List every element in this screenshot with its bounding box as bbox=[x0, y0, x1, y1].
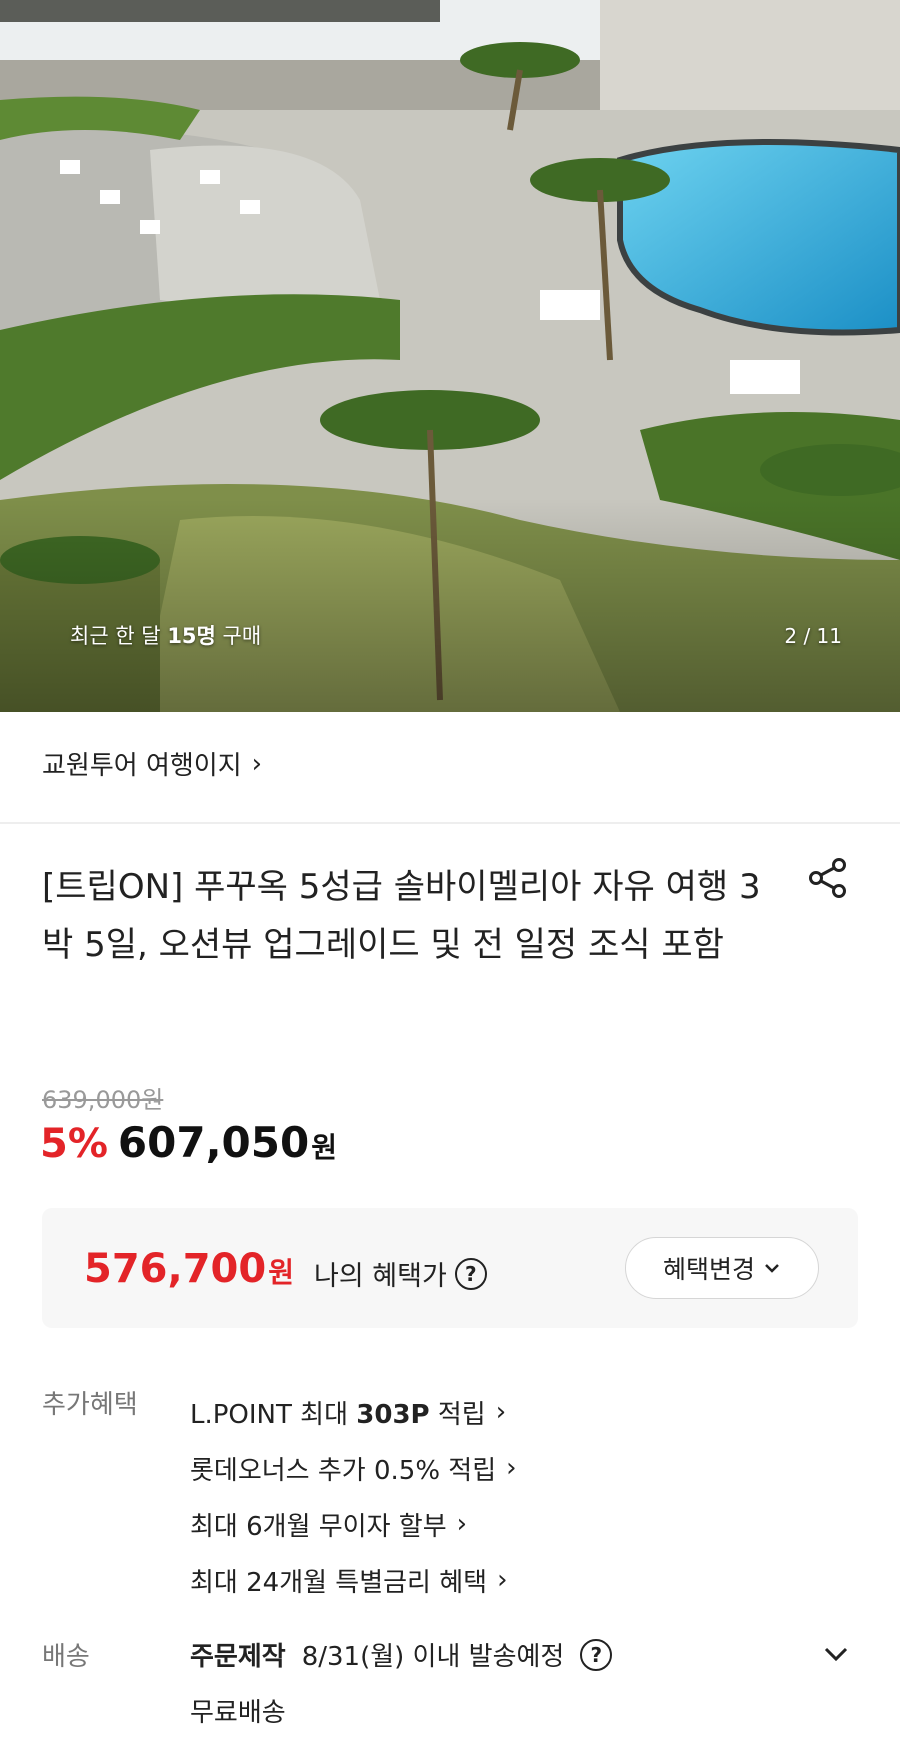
chevron-right-icon: › bbox=[251, 748, 263, 779]
extra-benefits-label: 추가혜택 bbox=[42, 1390, 138, 1420]
change-benefit-label: 혜택변경 bbox=[662, 1255, 755, 1284]
resort-pool-photo bbox=[0, 0, 900, 712]
sale-price-row: 5% 607,050 원 bbox=[40, 1118, 337, 1167]
chevron-right-icon: › bbox=[497, 1565, 508, 1595]
benefit-price-box: 576,700 원 나의 혜택가 ? 혜택변경 bbox=[42, 1208, 858, 1328]
benefit-item-special-rate[interactable]: 최대 24개월 특별금리 혜택 › bbox=[190, 1552, 517, 1608]
shipping-fee: 무료배송 bbox=[190, 1698, 286, 1728]
shipping-info: 주문제작 8/31(월) 이내 발송예정 ? bbox=[190, 1636, 613, 1673]
product-title: [트립ON] 푸꾸옥 5성급 솔바이멜리아 자유 여행 3박 5일, 오션뷰 업… bbox=[42, 867, 761, 965]
benefit-item-installment[interactable]: 최대 6개월 무이자 할부 › bbox=[190, 1496, 517, 1552]
benefit-price: 576,700 원 bbox=[84, 1246, 294, 1292]
shipping-label: 배송 bbox=[42, 1642, 90, 1672]
recent-purchase-caption: 최근 한 달 15명 구매 bbox=[70, 624, 262, 648]
discount-rate: 5% bbox=[40, 1121, 108, 1167]
change-benefit-button[interactable]: 혜택변경 bbox=[625, 1237, 819, 1299]
seller-link[interactable]: 교원투어 여행이지 › bbox=[42, 745, 262, 782]
benefit-item-text: 최대 24개월 특별금리 혜택 bbox=[190, 1567, 488, 1598]
currency-unit: 원 bbox=[311, 1131, 337, 1164]
benefit-item-lotte-owners[interactable]: 롯데오너스 추가 0.5% 적립 › bbox=[190, 1440, 517, 1496]
help-icon[interactable]: ? bbox=[580, 1638, 613, 1671]
divider bbox=[0, 822, 900, 824]
image-counter: 2 / 11 bbox=[784, 624, 842, 648]
help-icon[interactable]: ? bbox=[454, 1257, 487, 1290]
benefit-price-label: 나의 혜택가 ? bbox=[314, 1254, 487, 1293]
sale-price: 607,050 bbox=[117, 1118, 310, 1167]
benefit-currency: 원 bbox=[268, 1256, 294, 1289]
benefit-item-text: 롯데오너스 추가 0.5% 적립 bbox=[190, 1455, 497, 1486]
benefit-item-lpoint[interactable]: L.POINT 최대 303P 적립 › bbox=[190, 1384, 517, 1440]
benefit-item-text: 최대 6개월 무이자 할부 bbox=[190, 1511, 447, 1542]
shipping-type: 주문제작 bbox=[190, 1642, 286, 1672]
chevron-right-icon: › bbox=[495, 1397, 507, 1427]
chevron-down-icon[interactable] bbox=[820, 1638, 852, 1670]
benefit-price-value: 576,700 bbox=[84, 1246, 267, 1292]
original-price: 639,000원 bbox=[42, 1086, 164, 1114]
benefit-item-text: L.POINT 최대 303P 적립 bbox=[190, 1399, 486, 1430]
extra-benefits-list: L.POINT 최대 303P 적립 › 롯데오너스 추가 0.5% 적립 › … bbox=[190, 1384, 517, 1608]
benefit-label-text: 나의 혜택가 bbox=[314, 1261, 447, 1292]
chevron-down-icon bbox=[765, 1264, 779, 1273]
product-image-carousel[interactable]: 최근 한 달 15명 구매 2 / 11 bbox=[0, 0, 900, 712]
chevron-right-icon: › bbox=[506, 1453, 517, 1483]
seller-name: 교원투어 여행이지 bbox=[42, 751, 242, 781]
chevron-right-icon: › bbox=[456, 1509, 468, 1539]
share-icon[interactable] bbox=[806, 856, 850, 900]
shipping-schedule: 8/31(월) 이내 발송예정 bbox=[301, 1642, 565, 1672]
